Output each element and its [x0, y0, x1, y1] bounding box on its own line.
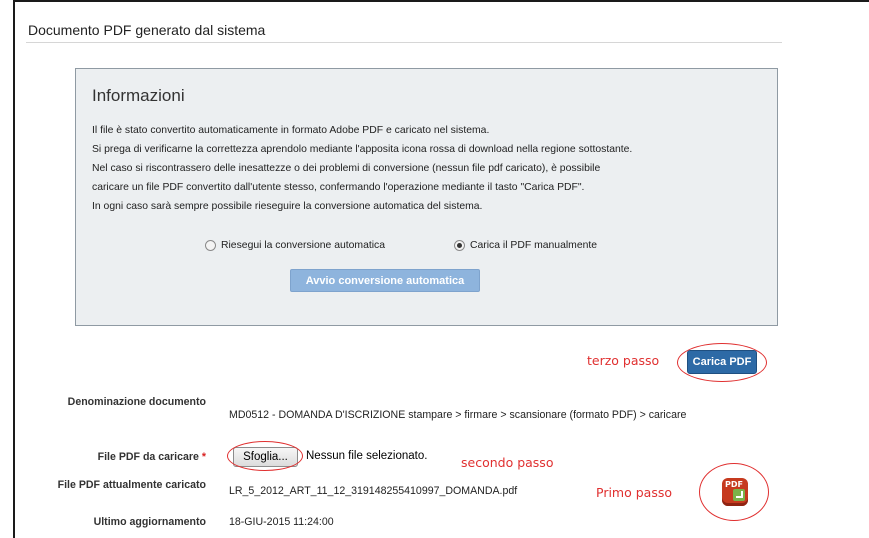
radio-manual-label: Carica il PDF manualmente — [470, 240, 598, 251]
denominazione-value: MD0512 - DOMANDA D'ISCRIZIONE stampare >… — [229, 409, 687, 421]
last-update-label: Ultimo aggiornamento — [93, 516, 206, 528]
file-upload-label: File PDF da caricare * — [28, 451, 206, 464]
auto-conversion-button[interactable]: Avvio conversione automatica — [290, 269, 480, 292]
info-line: Si prega di verificarne la correttezza a… — [92, 144, 633, 155]
annotation-circle-step1 — [699, 463, 769, 521]
radio-auto-label: Riesegui la conversione automatica — [221, 240, 386, 251]
no-file-text: Nessun file selezionato. — [306, 450, 428, 462]
annotation-step1: Primo passo — [596, 485, 672, 500]
radio-option-manual[interactable]: Carica il PDF manualmente — [454, 240, 597, 251]
required-asterisk: * — [201, 451, 206, 463]
info-line: Nel caso si riscontrassero delle inesatt… — [92, 163, 601, 174]
last-update-value: 18-GIU-2015 11:24:00 — [229, 516, 334, 528]
current-file-value: LR_5_2012_ART_11_12_319148255410997_DOMA… — [229, 485, 518, 497]
frame-top-border — [13, 0, 869, 2]
info-line: caricare un file PDF convertito dall'ute… — [92, 182, 585, 193]
info-panel: Informazioni Il file è stato convertito … — [75, 68, 778, 326]
radio-manual[interactable] — [454, 240, 465, 251]
info-text: Il file è stato convertito automaticamen… — [92, 121, 762, 216]
denominazione-label: Denominazione documento — [67, 396, 206, 408]
section-title: Documento PDF generato dal sistema — [28, 22, 266, 38]
annotation-circle-step2 — [227, 441, 303, 471]
annotation-step3: terzo passo — [587, 353, 660, 368]
current-file-label: File PDF attualmente caricato — [57, 479, 206, 491]
info-title: Informazioni — [92, 86, 185, 105]
annotation-circle-step3 — [677, 343, 767, 382]
annotation-step2: secondo passo — [461, 455, 554, 470]
info-line: In ogni caso sarà sempre possibile riese… — [92, 201, 483, 212]
frame-left-border — [13, 0, 15, 538]
section-divider — [26, 42, 782, 43]
file-upload-label-text: File PDF da caricare — [97, 451, 199, 463]
info-line: Il file è stato convertito automaticamen… — [92, 125, 490, 136]
radio-option-auto[interactable]: Riesegui la conversione automatica — [205, 240, 385, 251]
radio-auto[interactable] — [205, 240, 216, 251]
